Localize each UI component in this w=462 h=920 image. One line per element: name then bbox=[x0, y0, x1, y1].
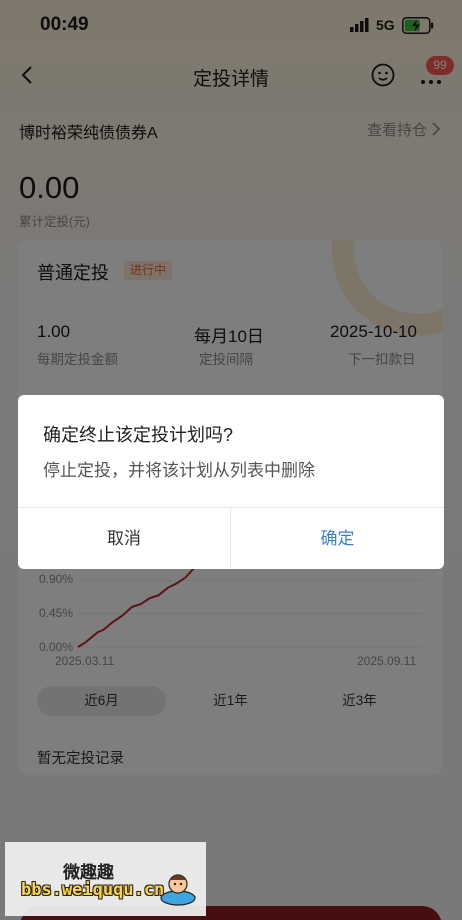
cancel-button[interactable]: 取消 bbox=[18, 508, 230, 569]
confirm-dialog: 确定终止该定投计划吗? 停止定投，并将该计划从列表中删除 取消 确定 bbox=[18, 395, 444, 569]
mascot-icon bbox=[160, 874, 196, 906]
watermark: 微趣趣 bbs.weiququ.cn bbox=[5, 842, 206, 916]
confirm-button[interactable]: 确定 bbox=[231, 508, 444, 569]
dialog-message: 停止定投，并将该计划从列表中删除 bbox=[43, 461, 315, 480]
watermark-url: bbs.weiququ.cn bbox=[21, 880, 165, 900]
fund-plan-detail-page: 00:49 5G 定投详情 99 博时裕荣纯债债券A 查看持仓 0 bbox=[0, 0, 462, 920]
dialog-title: 确定终止该定投计划吗? bbox=[43, 425, 234, 445]
